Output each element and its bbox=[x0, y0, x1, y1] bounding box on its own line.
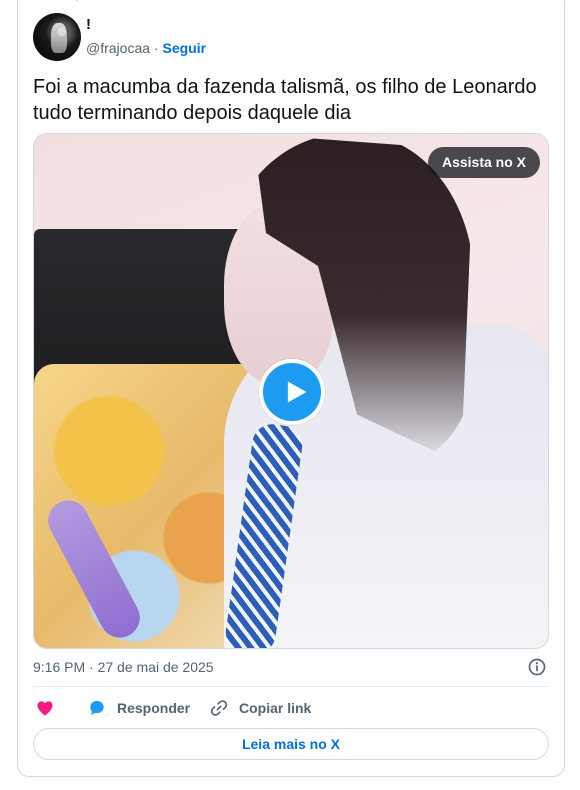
play-button[interactable] bbox=[259, 359, 325, 425]
reply-button[interactable]: Responder bbox=[117, 700, 190, 716]
play-icon bbox=[287, 381, 307, 403]
speech-bubble-icon[interactable] bbox=[87, 698, 107, 718]
tweet-text: Foi a macumba da fazenda talismã, os fil… bbox=[33, 76, 537, 124]
handle-separator: · bbox=[150, 40, 163, 56]
follow-link[interactable]: Seguir bbox=[162, 40, 206, 56]
info-icon[interactable] bbox=[527, 657, 547, 677]
video-player[interactable]: Assista no X bbox=[33, 133, 549, 649]
tweet-timestamp[interactable]: 9:16 PM · 27 de mai de 2025 bbox=[33, 659, 214, 675]
author-handle-row: @frajocaa · Seguir bbox=[86, 40, 206, 56]
heart-icon[interactable] bbox=[35, 698, 55, 718]
author-handle[interactable]: @frajocaa bbox=[86, 40, 150, 56]
action-bar: Responder Copiar link bbox=[33, 696, 549, 720]
read-more-button[interactable]: Leia mais no X bbox=[33, 728, 549, 760]
author-display-name[interactable]: ! bbox=[86, 16, 91, 33]
avatar[interactable] bbox=[33, 13, 81, 61]
divider bbox=[33, 686, 549, 687]
watch-on-x-button[interactable]: Assista no X bbox=[427, 147, 540, 178]
link-icon[interactable] bbox=[209, 698, 229, 718]
thread-connector bbox=[76, 0, 78, 1]
copy-link-button[interactable]: Copiar link bbox=[239, 700, 311, 716]
